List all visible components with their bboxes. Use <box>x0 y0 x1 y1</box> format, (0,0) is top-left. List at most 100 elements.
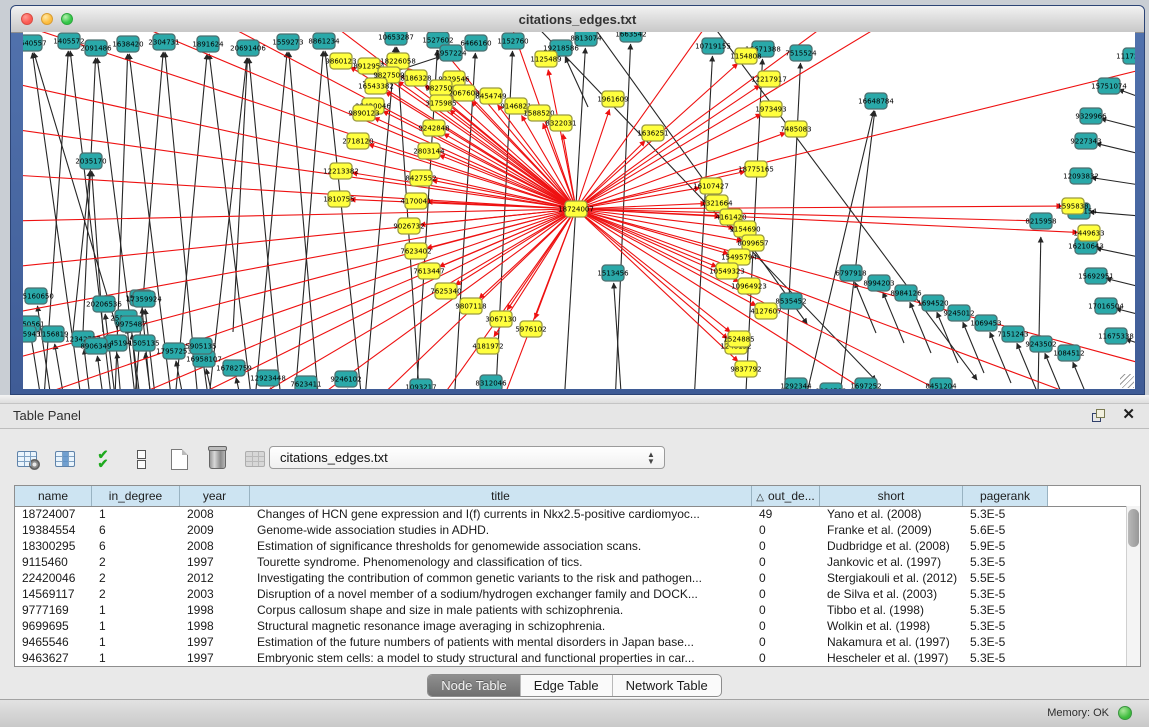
delete-column-icon[interactable] <box>204 446 230 472</box>
graph-node-yellow[interactable]: 18775165 <box>738 161 774 177</box>
graph-node-teal[interactable]: 9243502 <box>1025 336 1056 352</box>
graph-node-yellow[interactable]: 4181972 <box>472 338 503 354</box>
graph-node-teal[interactable]: 25160650 <box>23 288 54 304</box>
graph-node-teal[interactable]: 9227343 <box>1070 133 1101 149</box>
column-header-year[interactable]: year <box>180 486 250 506</box>
graph-node-yellow[interactable]: 1636251 <box>637 125 668 141</box>
graph-node-yellow[interactable]: 8322031 <box>545 115 576 131</box>
graph-node-teal[interactable]: 9329966 <box>1075 108 1107 124</box>
graph-node-yellow[interactable]: 9242848 <box>418 120 449 136</box>
graph-node-teal[interactable]: 9124502 <box>815 383 846 389</box>
graph-node-teal[interactable]: 7623411 <box>290 376 321 389</box>
graph-node-teal[interactable]: 2304731 <box>148 34 179 50</box>
graph-node-teal[interactable]: 12923448 <box>250 370 286 386</box>
graph-node-teal[interactable]: 1084512 <box>1053 345 1084 361</box>
close-panel-icon[interactable]: ✕ <box>1122 406 1135 424</box>
graph-node-yellow[interactable]: 1524885 <box>723 331 754 347</box>
graph-node-teal[interactable]: 7151243 <box>997 326 1028 342</box>
table-row[interactable]: 911546021997Tourette syndrome. Phenomeno… <box>15 554 1127 570</box>
graph-node-teal[interactable]: 1093217 <box>405 379 436 389</box>
graph-node-yellow[interactable]: 9026732 <box>393 218 424 234</box>
graph-node-teal[interactable]: 11675338 <box>1098 328 1134 344</box>
table-row[interactable]: 1872400712008Changes of HCN gene express… <box>15 506 1127 522</box>
graph-node-teal[interactable]: 9246102 <box>330 371 361 387</box>
select-columns-icon[interactable]: ✔✔ <box>90 446 116 472</box>
table-row[interactable]: 977716911998Corpus callosum shape and si… <box>15 602 1127 618</box>
graph-node-teal[interactable]: 16648784 <box>858 93 894 109</box>
graph-node-teal[interactable]: 8861234 <box>308 33 340 49</box>
table-row[interactable]: 1456911722003Disruption of a novel membe… <box>15 586 1127 602</box>
graph-node-teal[interactable]: 10719155 <box>695 38 731 54</box>
graph-node-yellow[interactable]: 9837792 <box>730 361 761 377</box>
graph-node-teal[interactable]: 5905135 <box>185 338 216 354</box>
graph-node-yellow[interactable]: 1973493 <box>755 101 786 117</box>
table-vertical-scrollbar[interactable] <box>1126 506 1140 666</box>
graph-node-yellow[interactable]: 4170041 <box>400 193 431 209</box>
graph-node-teal[interactable]: 1640557 <box>23 35 47 51</box>
graph-node-yellow[interactable]: 1810755 <box>323 191 354 207</box>
graph-node-teal[interactable]: 2035170 <box>75 153 106 169</box>
column-header-in-degree[interactable]: in_degree <box>92 486 180 506</box>
graph-node-teal[interactable]: 1156819 <box>37 326 68 342</box>
table-row[interactable]: 969969511998Structural magnetic resonanc… <box>15 618 1127 634</box>
graph-node-yellow[interactable]: 9807118 <box>455 298 486 314</box>
graph-node-yellow[interactable]: 16107427 <box>693 178 729 194</box>
graph-node-teal[interactable]: 10653287 <box>378 32 414 45</box>
graph-node-teal[interactable]: 20691406 <box>230 40 266 56</box>
citation-network-graph[interactable]: 1640557140557220914861638420230473118916… <box>23 32 1135 389</box>
graph-node-teal[interactable]: 7515524 <box>785 45 817 61</box>
table-row[interactable]: 946362711997Embryonic stem cells: a mode… <box>15 650 1127 666</box>
graph-node-yellow[interactable]: 5976102 <box>515 321 546 337</box>
graph-node-teal[interactable]: 1663542 <box>615 32 646 42</box>
table-row[interactable]: 2242004622012Investigating the contribut… <box>15 570 1127 586</box>
graph-node-teal[interactable]: 11172376 <box>1116 48 1135 64</box>
graph-node-teal[interactable]: 1891624 <box>192 36 224 52</box>
graph-node-yellow[interactable]: 7625340 <box>430 283 461 299</box>
graph-node-yellow[interactable]: 2803144 <box>413 143 445 159</box>
show-columns-icon[interactable] <box>52 446 78 472</box>
graph-node-yellow[interactable]: 3067130 <box>485 311 516 327</box>
graph-node-yellow[interactable]: 9860123 <box>325 53 356 69</box>
graph-node-teal[interactable]: 2091486 <box>80 40 112 56</box>
panel-divider-handle[interactable] <box>0 395 1149 404</box>
graph-node-yellow[interactable]: 4127607 <box>750 303 781 319</box>
graph-node-teal[interactable]: 1292344 <box>780 378 812 389</box>
column-header-out-de-[interactable]: △out_de... <box>752 486 820 506</box>
graph-node-teal[interactable]: 6797918 <box>835 265 866 281</box>
network-canvas[interactable]: 1640557140557220914861638420230473118916… <box>23 32 1135 389</box>
column-header-title[interactable]: title <box>250 486 752 506</box>
table-mode-icon[interactable] <box>14 446 40 472</box>
graph-node-teal[interactable]: 8906349 <box>80 338 111 354</box>
float-panel-icon[interactable] <box>1091 408 1105 422</box>
graph-node-teal[interactable]: 1513456 <box>597 265 629 281</box>
graph-node-teal[interactable]: 7957224 <box>435 45 467 61</box>
scrollbar-thumb[interactable] <box>1128 509 1139 547</box>
graph-node-yellow[interactable]: 7613447 <box>413 263 444 279</box>
graph-node-yellow[interactable]: 8427552 <box>405 170 436 186</box>
graph-node-teal[interactable]: 1638420 <box>112 36 143 52</box>
graph-node-yellow[interactable]: 1125489 <box>530 51 561 67</box>
graph-node-teal[interactable]: 9975487 <box>115 316 146 332</box>
table-row[interactable]: 1938455462009Genome-wide association stu… <box>15 522 1127 538</box>
tab-edge-table[interactable]: Edge Table <box>521 675 613 696</box>
graph-node-yellow[interactable]: 7623402 <box>400 243 431 259</box>
column-header-short[interactable]: short <box>820 486 963 506</box>
table-row[interactable]: 1830029562008Estimation of significance … <box>15 538 1127 554</box>
graph-node-teal[interactable]: 8215958 <box>1025 213 1056 229</box>
window-titlebar[interactable]: citations_edges.txt <box>11 6 1144 33</box>
graph-node-yellow[interactable]: 1154808 <box>730 48 761 64</box>
graph-node-teal[interactable]: 1505135 <box>128 335 159 351</box>
graph-node-yellow[interactable]: 12213382 <box>323 163 359 179</box>
graph-node-teal[interactable]: 17016504 <box>1088 298 1124 314</box>
table-select-dropdown[interactable]: citations_edges.txt ▲▼ <box>269 446 665 469</box>
graph-node-yellow[interactable]: 9890123 <box>348 105 379 121</box>
graph-node-yellow[interactable]: 1961609 <box>597 91 628 107</box>
memory-ok-indicator[interactable] <box>1118 706 1132 720</box>
row-height-icon[interactable] <box>128 446 154 472</box>
column-header-name[interactable]: name <box>15 486 92 506</box>
graph-node-teal[interactable]: 1559273 <box>272 34 303 50</box>
tab-node-table[interactable]: Node Table <box>428 675 521 696</box>
graph-node-yellow[interactable]: 7485083 <box>780 121 811 137</box>
graph-node-teal[interactable]: 12093832 <box>1063 168 1099 184</box>
graph-node-yellow[interactable]: 1449633 <box>1073 225 1104 241</box>
